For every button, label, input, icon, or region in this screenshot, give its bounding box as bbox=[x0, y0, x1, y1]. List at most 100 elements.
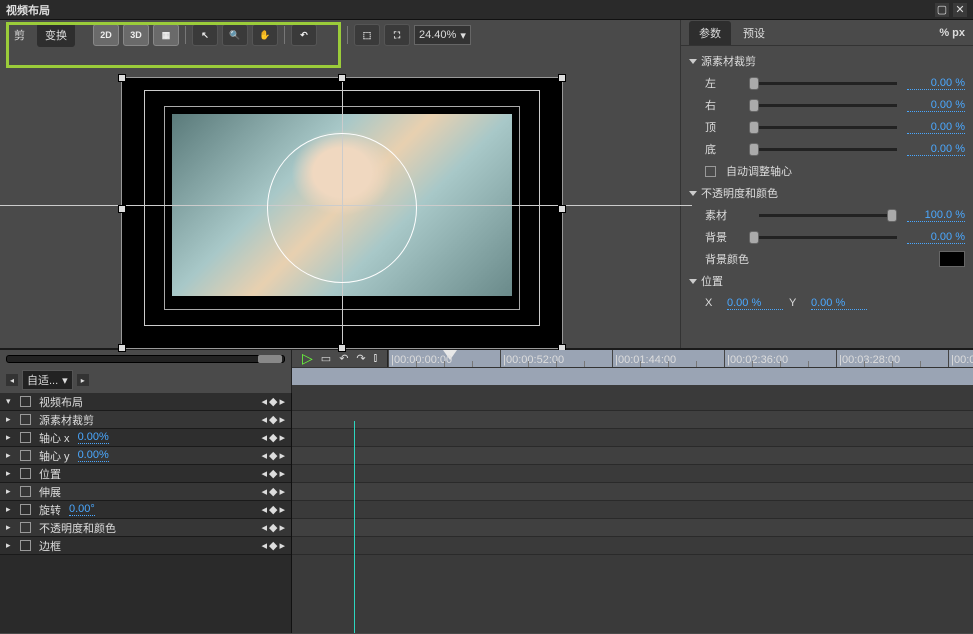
mode-3d-button[interactable]: 3D bbox=[123, 24, 149, 46]
play-button[interactable]: ▷ bbox=[302, 350, 313, 367]
add-keyframe-icon[interactable]: ◆ bbox=[269, 431, 277, 444]
next-keyframe-icon[interactable]: ▸ bbox=[279, 539, 285, 552]
track-checkbox[interactable] bbox=[20, 468, 31, 479]
track-lane[interactable] bbox=[292, 465, 973, 483]
expand-icon[interactable]: ▸ bbox=[6, 450, 16, 461]
loop-icon[interactable]: ▭ bbox=[321, 352, 331, 365]
prev-keyframe-icon[interactable]: ◂ bbox=[261, 485, 267, 498]
group-opacity-color[interactable]: 不透明度和颜色 bbox=[689, 182, 965, 204]
add-keyframe-icon[interactable]: ◆ bbox=[269, 395, 277, 408]
zoom-dropdown[interactable]: 24.40% ▾ bbox=[414, 25, 471, 45]
next-key-icon[interactable]: ↷ bbox=[356, 352, 365, 365]
tab-crop[interactable]: 剪 bbox=[6, 23, 33, 47]
fit-icon[interactable]: ⬚ bbox=[354, 24, 380, 46]
next-keyframe-icon[interactable]: ▸ bbox=[279, 413, 285, 426]
rotation-gizmo[interactable] bbox=[267, 133, 417, 283]
slider-opacity-material[interactable] bbox=[759, 214, 897, 217]
expand-icon[interactable]: ▸ bbox=[6, 486, 16, 497]
track-lane[interactable] bbox=[292, 429, 973, 447]
slider-crop-top[interactable] bbox=[749, 126, 897, 129]
prev-keyframe-icon[interactable]: ◂ bbox=[261, 431, 267, 444]
unit-toggle[interactable]: % px bbox=[939, 27, 965, 39]
expand-icon[interactable]: ▸ bbox=[6, 414, 16, 425]
track-lane[interactable] bbox=[292, 537, 973, 555]
next-keyframe-icon[interactable]: ▸ bbox=[279, 467, 285, 480]
next-keyframe-icon[interactable]: ▸ bbox=[279, 395, 285, 408]
track-checkbox[interactable] bbox=[20, 540, 31, 551]
next-keyframe-icon[interactable]: ▸ bbox=[279, 431, 285, 444]
next-keyframe-icon[interactable]: ▸ bbox=[279, 485, 285, 498]
add-keyframe-icon[interactable]: ◆ bbox=[269, 413, 277, 426]
value-crop-top[interactable]: 0.00 % bbox=[907, 121, 965, 134]
prev-keyframe-icon[interactable]: ◂ bbox=[261, 521, 267, 534]
time-ruler[interactable]: |00:00:00:00|00:00:52:00|00:01:44:00|00:… bbox=[388, 350, 973, 367]
track-header[interactable]: ▸轴心 y0.00%◂◆▸ bbox=[0, 447, 291, 465]
graph-icon[interactable]: ⫾ bbox=[374, 352, 378, 365]
track-header[interactable]: ▸不透明度和颜色◂◆▸ bbox=[0, 519, 291, 537]
checkbox-auto-axis[interactable] bbox=[705, 166, 716, 177]
resize-handle[interactable] bbox=[558, 205, 566, 213]
track-header[interactable]: ▸位置◂◆▸ bbox=[0, 465, 291, 483]
fit-combo[interactable]: 自适...▾ bbox=[22, 370, 73, 390]
track-value[interactable]: 0.00° bbox=[69, 503, 95, 516]
prev-keyframe-icon[interactable]: ◂ bbox=[261, 503, 267, 516]
scroll-right-icon[interactable]: ▸ bbox=[77, 374, 89, 386]
expand-icon[interactable]: ▸ bbox=[6, 468, 16, 479]
expand-icon[interactable]: ▸ bbox=[6, 522, 16, 533]
expand-icon[interactable]: ▸ bbox=[6, 432, 16, 443]
track-checkbox[interactable] bbox=[20, 432, 31, 443]
prev-keyframe-icon[interactable]: ◂ bbox=[261, 539, 267, 552]
add-keyframe-icon[interactable]: ◆ bbox=[269, 521, 277, 534]
track-header[interactable]: ▸边框◂◆▸ bbox=[0, 537, 291, 555]
track-header[interactable]: ▸轴心 x0.00%◂◆▸ bbox=[0, 429, 291, 447]
zoom-scrubber[interactable] bbox=[6, 355, 285, 363]
mode-2d-button[interactable]: 2D bbox=[93, 24, 119, 46]
resize-handle[interactable] bbox=[118, 74, 126, 82]
add-keyframe-icon[interactable]: ◆ bbox=[269, 449, 277, 462]
prev-keyframe-icon[interactable]: ◂ bbox=[261, 467, 267, 480]
resize-handle[interactable] bbox=[118, 344, 126, 352]
value-crop-right[interactable]: 0.00 % bbox=[907, 99, 965, 112]
tab-parameters[interactable]: 参数 bbox=[689, 21, 731, 45]
prev-keyframe-icon[interactable]: ◂ bbox=[261, 449, 267, 462]
track-checkbox[interactable] bbox=[20, 396, 31, 407]
track-checkbox[interactable] bbox=[20, 486, 31, 497]
track-value[interactable]: 0.00% bbox=[78, 449, 109, 462]
grid-icon[interactable]: ▦ bbox=[153, 24, 179, 46]
track-lane[interactable] bbox=[292, 483, 973, 501]
scroll-left-icon[interactable]: ◂ bbox=[6, 374, 18, 386]
value-pos-y[interactable]: 0.00 % bbox=[811, 297, 867, 310]
add-keyframe-icon[interactable]: ◆ bbox=[269, 503, 277, 516]
resize-handle[interactable] bbox=[338, 344, 346, 352]
track-header[interactable]: ▾视频布局◂◆▸ bbox=[0, 393, 291, 411]
expand-icon[interactable]: ▸ bbox=[6, 504, 16, 515]
track-lane[interactable] bbox=[292, 447, 973, 465]
track-lane[interactable] bbox=[292, 519, 973, 537]
group-position[interactable]: 位置 bbox=[689, 270, 965, 292]
prev-keyframe-icon[interactable]: ◂ bbox=[261, 395, 267, 408]
track-value[interactable]: 0.00% bbox=[78, 431, 109, 444]
value-opacity-material[interactable]: 100.0 % bbox=[907, 209, 965, 222]
resize-handle[interactable] bbox=[558, 74, 566, 82]
track-checkbox[interactable] bbox=[20, 414, 31, 425]
track-header[interactable]: ▸旋转0.00°◂◆▸ bbox=[0, 501, 291, 519]
slider-crop-bottom[interactable] bbox=[749, 148, 897, 151]
next-keyframe-icon[interactable]: ▸ bbox=[279, 503, 285, 516]
track-checkbox[interactable] bbox=[20, 450, 31, 461]
slider-crop-right[interactable] bbox=[749, 104, 897, 107]
prev-key-icon[interactable]: ↶ bbox=[339, 352, 348, 365]
preview-canvas[interactable] bbox=[122, 78, 562, 348]
add-keyframe-icon[interactable]: ◆ bbox=[269, 485, 277, 498]
resize-handle[interactable] bbox=[118, 205, 126, 213]
next-keyframe-icon[interactable]: ▸ bbox=[279, 449, 285, 462]
slider-crop-left[interactable] bbox=[749, 82, 897, 85]
value-crop-bottom[interactable]: 0.00 % bbox=[907, 143, 965, 156]
undo-icon[interactable]: ↶ bbox=[291, 24, 317, 46]
track-checkbox[interactable] bbox=[20, 504, 31, 515]
close-button[interactable]: ✕ bbox=[953, 3, 967, 17]
add-keyframe-icon[interactable]: ◆ bbox=[269, 539, 277, 552]
next-keyframe-icon[interactable]: ▸ bbox=[279, 521, 285, 534]
expand-icon[interactable]: ⛶ bbox=[384, 24, 410, 46]
value-opacity-bg[interactable]: 0.00 % bbox=[907, 231, 965, 244]
value-pos-x[interactable]: 0.00 % bbox=[727, 297, 783, 310]
